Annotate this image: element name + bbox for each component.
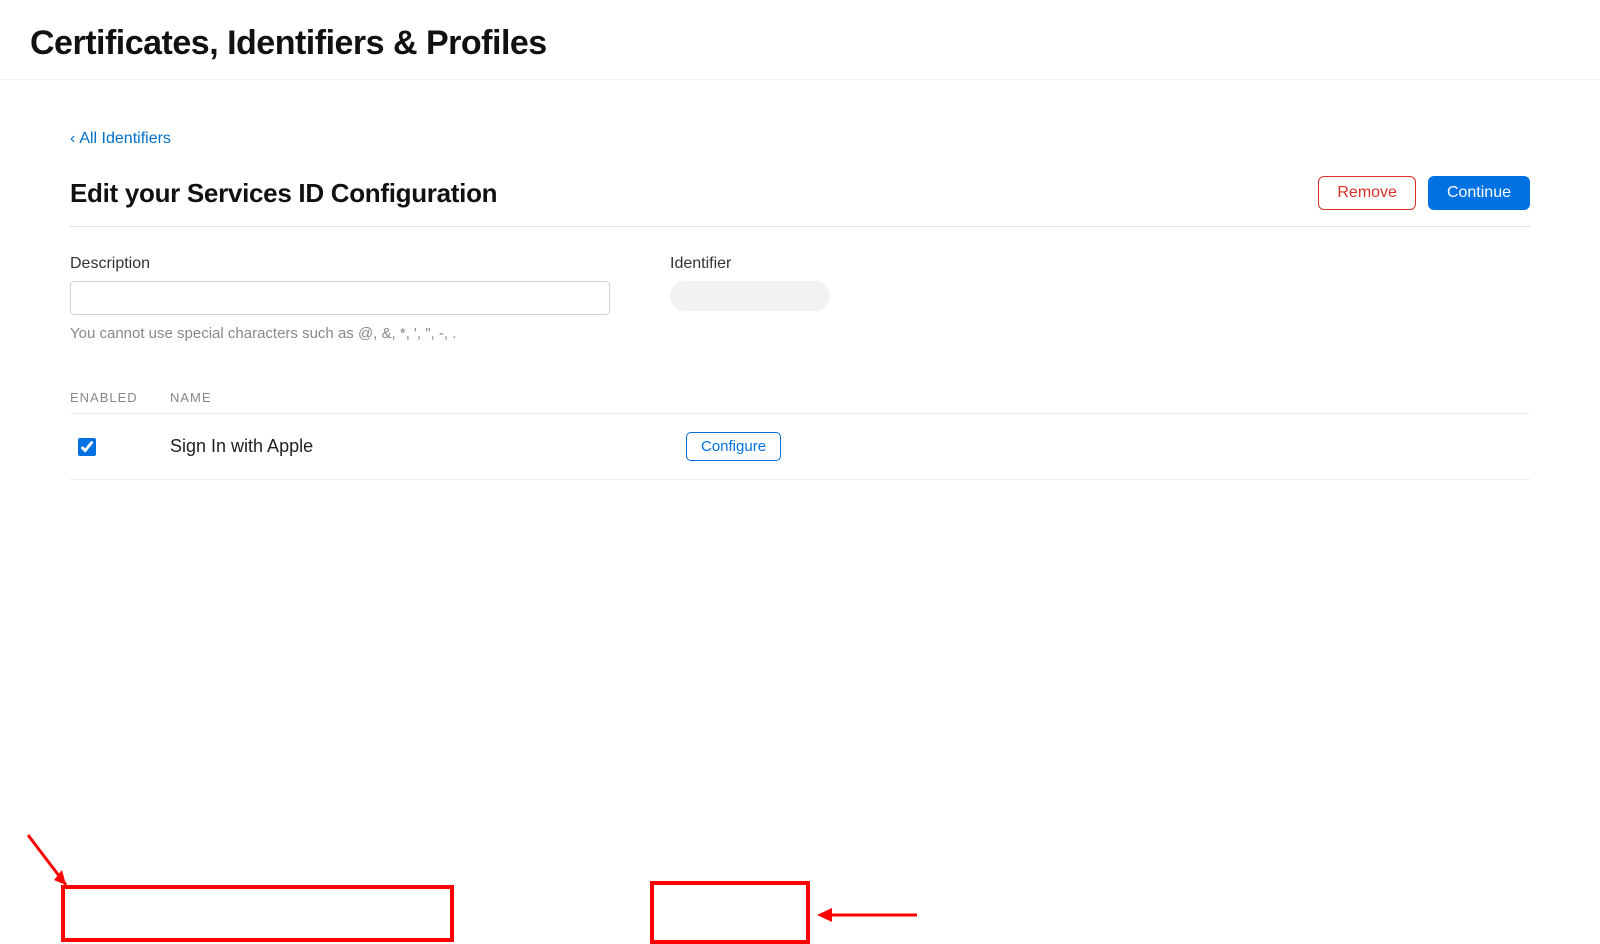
description-help-text: You cannot use special characters such a… [70, 325, 610, 342]
description-label: Description [70, 255, 610, 273]
capabilities-header: ENABLED NAME [70, 390, 1530, 413]
col-header-name: NAME [170, 390, 1530, 405]
capabilities-table: ENABLED NAME Sign In with Apple Configur… [70, 390, 1530, 480]
description-column: Description You cannot use special chara… [70, 255, 610, 342]
page-header: Certificates, Identifiers & Profiles [0, 0, 1600, 80]
description-input[interactable] [70, 281, 610, 315]
annotation-box-left [61, 885, 454, 942]
form-row: Description You cannot use special chara… [70, 255, 1530, 342]
capability-row: Sign In with Apple Configure [70, 413, 1530, 480]
action-buttons: Remove Continue [1318, 176, 1530, 210]
annotation-box-right [650, 881, 810, 944]
configure-button[interactable]: Configure [686, 432, 781, 461]
col-header-enabled: ENABLED [70, 390, 170, 405]
identifier-value-redacted [670, 281, 830, 311]
identifier-column: Identifier [670, 255, 1070, 342]
identifier-label: Identifier [670, 255, 1070, 273]
continue-button[interactable]: Continue [1428, 176, 1530, 210]
content-area: ‹All Identifiers Edit your Services ID C… [0, 80, 1600, 480]
subheader-row: Edit your Services ID Configuration Remo… [70, 176, 1530, 227]
annotation-arrow-left [20, 830, 80, 900]
capability-action-cell: Configure [670, 432, 1530, 461]
sub-title: Edit your Services ID Configuration [70, 178, 497, 209]
capability-name: Sign In with Apple [170, 436, 670, 457]
page-title: Certificates, Identifiers & Profiles [30, 24, 1570, 63]
chevron-left-icon: ‹ [70, 130, 75, 147]
remove-button[interactable]: Remove [1318, 176, 1416, 210]
annotation-arrow-right [812, 900, 922, 930]
breadcrumb-label: All Identifiers [79, 130, 171, 147]
enabled-cell [70, 438, 170, 456]
enable-checkbox[interactable] [78, 438, 96, 456]
breadcrumb-back-link[interactable]: ‹All Identifiers [70, 130, 171, 148]
